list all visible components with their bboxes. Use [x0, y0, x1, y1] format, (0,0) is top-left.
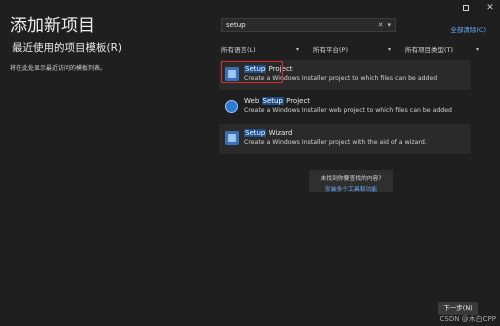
globe-icon	[225, 100, 238, 113]
template-name: Web Setup Project	[244, 97, 311, 105]
chevron-down-icon: ▾	[387, 45, 391, 53]
clear-search-icon[interactable]: ✕	[378, 21, 384, 29]
template-name: Setup Project	[244, 65, 293, 73]
clear-all-link[interactable]: 全部清除(C)	[450, 24, 486, 34]
install-tools-link[interactable]: 安装多个工具和功能	[309, 184, 393, 193]
window-controls: ✕	[460, 2, 496, 14]
dialog-title: 添加新项目	[10, 16, 95, 36]
maximize-button[interactable]	[460, 2, 472, 14]
not-found-question: 未找到你要查找的内容?	[320, 176, 382, 182]
close-button[interactable]: ✕	[484, 2, 496, 14]
language-filter-label: 所有语言(L)	[221, 46, 256, 54]
chevron-down-icon: ▾	[295, 45, 299, 53]
chevron-down-icon: ▾	[475, 45, 479, 53]
maximize-icon	[463, 5, 469, 11]
recent-templates-hint: 将在此处显示最近访问的模板列表。	[10, 65, 107, 72]
template-item-setup-wizard[interactable]: Setup Wizard Create a Windows Installer …	[219, 124, 471, 154]
template-description: Create a Windows Installer web project t…	[244, 107, 452, 114]
watermark: CSDN @木白CPP	[439, 315, 496, 323]
platform-filter[interactable]: 所有平台(P) ▾	[313, 43, 397, 55]
template-description: Create a Windows Installer project to wh…	[244, 75, 438, 82]
recent-templates-heading: 最近使用的项目模板(R)	[12, 42, 122, 54]
search-dropdown-icon[interactable]: ▾	[387, 21, 391, 29]
project-type-filter-label: 所有项目类型(T)	[405, 46, 454, 54]
template-name: Setup Wizard	[244, 129, 293, 137]
platform-filter-label: 所有平台(P)	[313, 46, 348, 54]
setup-wizard-icon	[225, 131, 239, 145]
template-item-setup-project[interactable]: Setup Project Create a Windows Installer…	[219, 60, 471, 90]
template-search-box[interactable]: setup ✕ ▾	[221, 18, 396, 32]
template-description: Create a Windows Installer project with …	[244, 139, 427, 146]
template-item-web-setup-project[interactable]: Web Setup Project Create a Windows Insta…	[219, 92, 471, 122]
search-input[interactable]: setup	[226, 21, 374, 29]
project-type-filter[interactable]: 所有项目类型(T) ▾	[405, 43, 485, 55]
setup-project-icon	[225, 67, 239, 81]
not-found-panel: 未找到你要查找的内容? 安装多个工具和功能	[309, 170, 393, 193]
language-filter[interactable]: 所有语言(L) ▾	[221, 43, 305, 55]
